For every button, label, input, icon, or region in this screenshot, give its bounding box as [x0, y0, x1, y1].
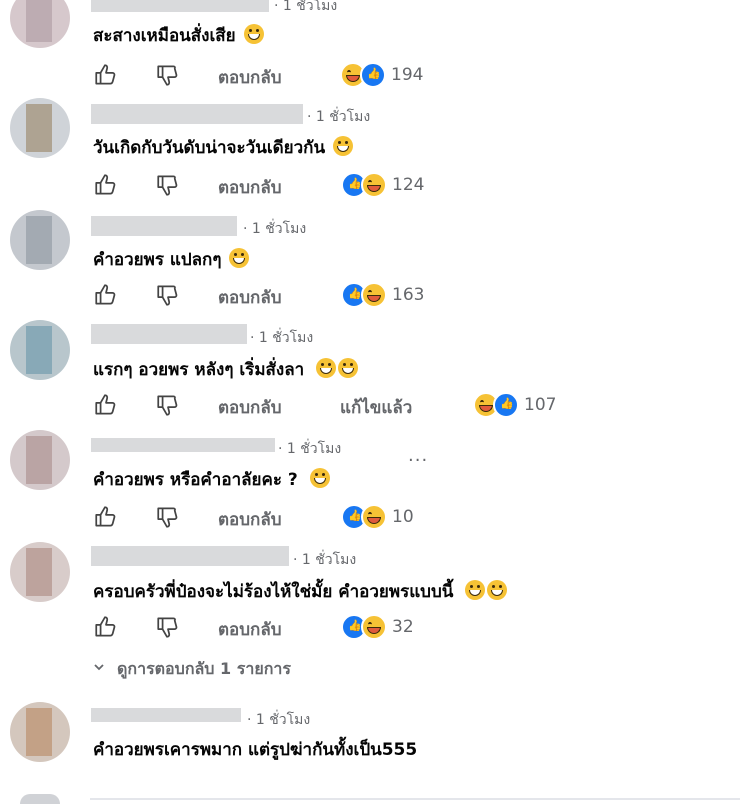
edited-label[interactable]: แก้ไขแล้ว [340, 394, 412, 421]
reaction-count: 194 [391, 65, 424, 85]
comment-text: คำอวยพร หรือคำอาลัยคะ ? [93, 466, 330, 493]
reaction-summary[interactable]: 107 [473, 392, 556, 418]
reply-button[interactable]: ตอบกลับ [218, 284, 282, 311]
thumbs-up-icon[interactable] [93, 504, 119, 530]
more-options-button[interactable]: ··· [408, 450, 428, 471]
comment-text: คำอวยพร แปลกๆ [93, 246, 250, 273]
avatar[interactable] [10, 210, 70, 270]
avatar[interactable] [10, 98, 70, 158]
comment-actions: ตอบกลับ 10 [93, 502, 653, 532]
comment-actions: ตอบกลับ 124 [93, 170, 653, 200]
reply-button[interactable]: ตอบกลับ [218, 64, 282, 91]
thumbs-up-icon[interactable] [93, 614, 119, 640]
thumbs-up-icon[interactable] [93, 392, 119, 418]
comment-text: คำอวยพรเคารพมาก แต่รูปฆ่ากันทั้งเป็น555 [93, 736, 417, 763]
comment-text-content: แรกๆ อวยพร หลังๆ เริ่มสั่งลา [93, 360, 305, 380]
reaction-count: 163 [392, 285, 425, 305]
reaction-count: 124 [392, 175, 425, 195]
thumbs-up-icon[interactable] [93, 62, 119, 88]
author-name-redacted[interactable] [91, 324, 247, 344]
comment-text-content: คำอวยพร หรือคำอาลัยคะ ? [93, 470, 298, 490]
thumbs-up-icon[interactable] [93, 172, 119, 198]
author-name-redacted[interactable] [91, 216, 237, 236]
avatar[interactable] [10, 542, 70, 602]
like-reaction-icon [493, 392, 519, 418]
comment-time[interactable]: · 1 ชั่วโมง [274, 0, 337, 17]
comment-text-content: คำอวยพรเคารพมาก แต่รูปฆ่ากันทั้งเป็น555 [93, 740, 418, 760]
comment-actions: ตอบกลับ 163 [93, 280, 653, 310]
comment-text-content: คำอวยพร แปลกๆ [93, 250, 222, 270]
comment-time[interactable]: · 1 ชั่วโมง [278, 438, 341, 460]
comment-actions: ตอบกลับ 194 [93, 60, 653, 90]
rofl-emoji-icon [487, 580, 508, 600]
thumbs-down-icon[interactable] [155, 614, 181, 640]
comment-actions: ตอบกลับ แก้ไขแล้ว 107 [93, 390, 653, 420]
like-reaction-icon [360, 62, 386, 88]
author-name-redacted[interactable] [91, 438, 275, 452]
haha-reaction-icon [361, 614, 387, 640]
author-name-redacted[interactable] [91, 708, 241, 722]
reaction-summary[interactable]: 124 [341, 172, 424, 198]
comment-time[interactable]: · 1 ชั่วโมง [243, 218, 306, 240]
reaction-count: 10 [392, 507, 414, 527]
reply-button[interactable]: ตอบกลับ [218, 506, 282, 533]
reaction-summary[interactable]: 194 [340, 62, 423, 88]
reaction-count: 32 [392, 617, 414, 637]
haha-reaction-icon [361, 504, 387, 530]
haha-reaction-icon [361, 282, 387, 308]
comment-text: วันเกิดกับวันดับน่าจะวันเดียวกัน [93, 134, 354, 161]
author-name-redacted[interactable] [91, 546, 289, 566]
grin-emoji-icon [243, 24, 264, 44]
reaction-summary[interactable]: 32 [341, 614, 414, 640]
reaction-summary[interactable]: 163 [341, 282, 424, 308]
comment-text: สะสางเหมือนสั่งเสีย [93, 22, 264, 49]
thumbs-up-icon[interactable] [93, 282, 119, 308]
comment-text-content: สะสางเหมือนสั่งเสีย [93, 26, 236, 46]
chevron-down-icon [94, 664, 104, 671]
thumbs-down-icon[interactable] [155, 62, 181, 88]
rofl-emoji-icon [465, 580, 486, 600]
reply-button[interactable]: ตอบกลับ [218, 616, 282, 643]
avatar[interactable] [10, 320, 70, 380]
grin-sweat-emoji-icon [333, 136, 354, 156]
author-name-redacted[interactable] [91, 104, 303, 124]
haha-reaction-icon [361, 172, 387, 198]
comment-text: ครอบครัวพี่ป๋องจะไม่ร้องไห้ใช่มั้ย คำอวย… [93, 578, 508, 605]
thumbs-down-icon[interactable] [155, 282, 181, 308]
grin-sweat-emoji-icon [316, 358, 337, 378]
comment-text-content: วันเกิดกับวันดับน่าจะวันเดียวกัน [93, 138, 326, 158]
view-replies-button[interactable]: ดูการตอบกลับ 1 รายการ [93, 657, 291, 682]
next-comment-edge [0, 790, 749, 804]
rofl-emoji-icon [309, 468, 330, 488]
comment-time[interactable]: · 1 ชั่วโมง [293, 549, 356, 571]
view-replies-label: ดูการตอบกลับ 1 รายการ [117, 659, 291, 678]
reply-button[interactable]: ตอบกลับ [218, 394, 282, 421]
comment-time[interactable]: · 1 ชั่วโมง [247, 709, 310, 731]
avatar[interactable] [10, 430, 70, 490]
comment-text-content: ครอบครัวพี่ป๋องจะไม่ร้องไห้ใช่มั้ย คำอวย… [93, 582, 454, 602]
comment-time[interactable]: · 1 ชั่วโมง [250, 327, 313, 349]
grin-sweat-emoji-icon [338, 358, 359, 378]
reaction-count: 107 [524, 395, 557, 415]
thumbs-down-icon[interactable] [155, 392, 181, 418]
comment-actions: ตอบกลับ 32 [93, 612, 653, 642]
author-name-redacted[interactable] [91, 0, 269, 12]
thumbs-down-icon[interactable] [155, 172, 181, 198]
avatar[interactable] [10, 702, 70, 762]
rofl-emoji-icon [229, 248, 250, 268]
avatar[interactable] [10, 0, 70, 48]
comment-time[interactable]: · 1 ชั่วโมง [307, 106, 370, 128]
reaction-summary[interactable]: 10 [341, 504, 414, 530]
reply-button[interactable]: ตอบกลับ [218, 174, 282, 201]
comment-text: แรกๆ อวยพร หลังๆ เริ่มสั่งลา [93, 356, 359, 383]
thumbs-down-icon[interactable] [155, 504, 181, 530]
